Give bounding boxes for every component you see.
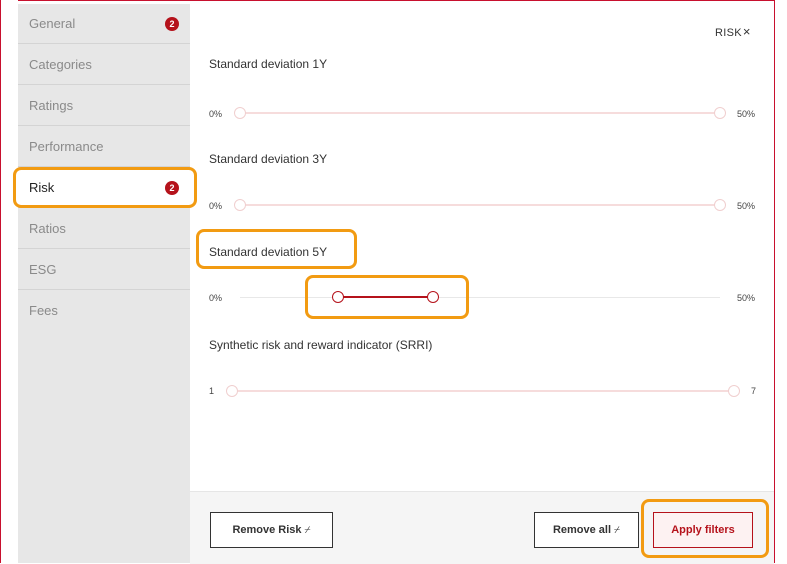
range-max-handle[interactable] (427, 291, 439, 303)
count-badge: 2 (165, 17, 179, 31)
close-label: RISK (715, 27, 742, 39)
sidebar-item-fees[interactable]: Fees (18, 291, 190, 331)
window-frame-right-line (774, 0, 775, 563)
window-frame-left (0, 0, 18, 563)
range-min-label: 1 (209, 386, 215, 396)
sidebar-item-label: General (29, 16, 76, 31)
range-max-label: 50% (737, 293, 756, 303)
range-selected-track (339, 296, 434, 298)
range-track (232, 390, 734, 392)
remove-risk-label: Remove Risk (232, 524, 302, 536)
sidebar-item-label: Fees (29, 303, 58, 318)
filter-title-std-dev-3y: Standard deviation 3Y (209, 152, 328, 166)
sidebar-item-label: Risk (29, 180, 55, 195)
range-min-handle[interactable] (234, 107, 246, 119)
range-track (240, 112, 720, 114)
close-icon: × (742, 24, 751, 39)
range-max-handle[interactable] (728, 385, 740, 397)
risk-filter-panel: RISK× Standard deviation 1Y 0% 50% Stand… (190, 4, 774, 564)
range-track (240, 297, 720, 298)
filter-title-std-dev-5y: Standard deviation 5Y (209, 245, 328, 259)
range-max-handle[interactable] (714, 107, 726, 119)
range-max-handle[interactable] (714, 199, 726, 211)
range-min-handle[interactable] (234, 199, 246, 211)
window-frame-right (774, 0, 787, 563)
filter-sidebar: General 2 Categories Ratings Performance… (18, 4, 190, 563)
remove-risk-button[interactable]: Remove Risk ⌿ (210, 512, 333, 548)
count-badge: 2 (165, 181, 179, 195)
sidebar-item-ratios[interactable]: Ratios (18, 209, 190, 249)
range-max-label: 50% (737, 201, 756, 211)
sidebar-item-performance[interactable]: Performance (18, 127, 190, 167)
sidebar-item-label: Categories (29, 57, 92, 72)
range-min-handle[interactable] (226, 385, 238, 397)
range-min-label: 0% (209, 293, 223, 303)
sidebar-item-label: Ratings (29, 98, 74, 113)
sidebar-item-label: Ratios (29, 221, 66, 236)
sidebar-item-esg[interactable]: ESG (18, 250, 190, 290)
sidebar-item-ratings[interactable]: Ratings (18, 86, 190, 126)
sidebar-item-risk[interactable]: Risk 2 (18, 168, 190, 208)
range-min-label: 0% (209, 109, 223, 119)
panel-footer: Remove Risk ⌿ Remove all ⌿ Apply filters (190, 491, 774, 564)
range-min-handle[interactable] (332, 291, 344, 303)
range-max-label: 50% (737, 109, 756, 119)
sidebar-item-label: Performance (29, 139, 104, 154)
range-track (240, 204, 720, 206)
filter-title-std-dev-1y: Standard deviation 1Y (209, 57, 328, 71)
broom-icon: ⌿ (614, 525, 621, 536)
filter-title-srri: Synthetic risk and reward indicator (SRR… (209, 338, 433, 352)
remove-all-label: Remove all (552, 524, 612, 536)
sidebar-item-label: ESG (29, 262, 57, 277)
range-min-label: 0% (209, 201, 223, 211)
apply-filters-button[interactable]: Apply filters (653, 512, 753, 548)
sidebar-item-categories[interactable]: Categories (18, 45, 190, 85)
remove-all-button[interactable]: Remove all ⌿ (534, 512, 639, 548)
broom-icon: ⌿ (304, 525, 311, 536)
range-max-label: 7 (751, 386, 757, 396)
close-risk-button[interactable]: RISK× (715, 24, 751, 39)
sidebar-item-general[interactable]: General 2 (18, 4, 190, 44)
